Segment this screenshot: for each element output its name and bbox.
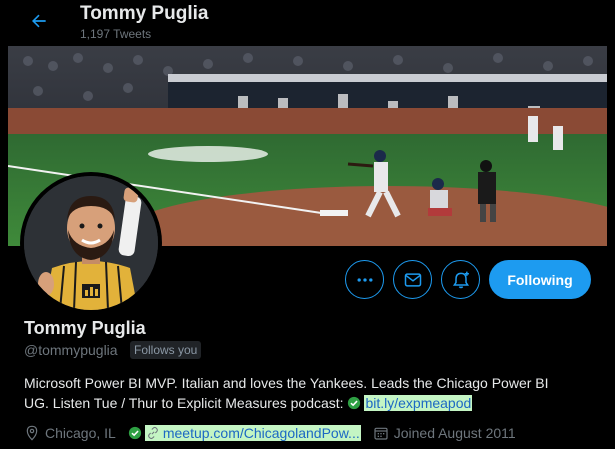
tweet-count: 1,197 Tweets xyxy=(80,27,152,41)
avatar[interactable] xyxy=(20,172,162,314)
location-item: Chicago, IL xyxy=(24,425,116,441)
notify-button[interactable] xyxy=(441,260,480,299)
bio-line-2: UG. Listen Tue / Thur to Explicit Measur… xyxy=(24,393,604,413)
website-text: meetup.com/ChicagolandPow... xyxy=(162,425,360,441)
profile-meta: Chicago, IL meetup.com/ChicagolandPow...… xyxy=(24,423,528,443)
header-title: Tommy Puglia xyxy=(80,3,209,24)
follows-you-badge: Follows you xyxy=(130,341,202,359)
link-icon xyxy=(147,426,158,440)
website-item: meetup.com/ChicagolandPow... xyxy=(128,425,361,441)
bio-line-1: Microsoft Power BI MVP. Italian and love… xyxy=(24,375,549,391)
left-rail xyxy=(0,0,8,449)
back-button[interactable] xyxy=(22,6,56,36)
arrow-left-icon xyxy=(32,14,46,28)
more-horizontal-icon xyxy=(357,277,372,282)
profile-bio: Microsoft Power BI MVP. Italian and love… xyxy=(24,373,604,413)
profile-name: Tommy Puglia xyxy=(24,318,146,338)
right-rail xyxy=(607,0,615,449)
bio-text: UG. Listen Tue / Thur to Explicit Measur… xyxy=(24,395,344,411)
website-link[interactable]: meetup.com/ChicagolandPow... xyxy=(144,425,361,441)
joined-text: Joined August 2011 xyxy=(393,425,516,441)
following-button[interactable]: Following xyxy=(489,260,591,299)
message-button[interactable] xyxy=(393,260,432,299)
verified-check-icon xyxy=(128,426,141,440)
avatar-illustration xyxy=(24,176,158,310)
bell-plus-icon xyxy=(452,271,469,288)
profile-header: Tommy Puglia 1,197 Tweets xyxy=(0,0,615,46)
verified-check-icon xyxy=(348,396,361,410)
calendar-icon xyxy=(374,427,388,440)
bio-link[interactable]: bit.ly/expmeapod xyxy=(364,395,473,411)
profile-handle: @tommypuglia xyxy=(24,342,118,358)
envelope-icon xyxy=(404,272,421,287)
joined-item: Joined August 2011 xyxy=(373,425,516,441)
location-pin-icon xyxy=(26,425,38,441)
location-text: Chicago, IL xyxy=(45,425,116,441)
more-button[interactable] xyxy=(345,260,384,299)
